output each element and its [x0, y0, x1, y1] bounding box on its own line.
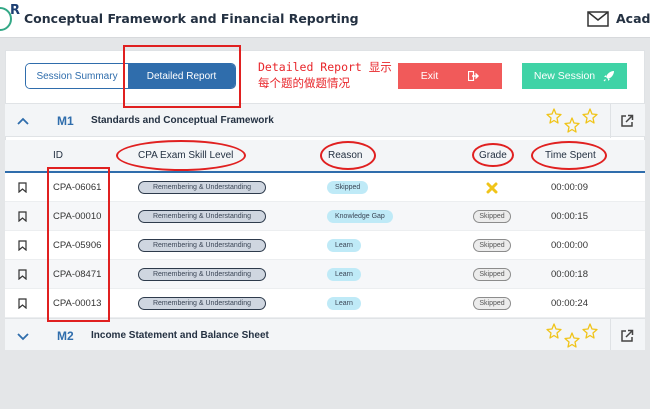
bookmark-icon[interactable] [18, 269, 27, 280]
chevron-up-icon[interactable] [17, 116, 29, 126]
skill-level-badge: Remembering & Understanding [138, 210, 266, 223]
page-title: Conceptual Framework and Financial Repor… [24, 11, 359, 26]
external-link-icon[interactable] [620, 114, 634, 128]
annotation-oval-time-spent [531, 141, 607, 170]
reason-badge: Learn [327, 268, 361, 281]
grade-badge: Skipped [473, 297, 511, 310]
stars-icon [546, 323, 598, 348]
grade-badge: Skipped [473, 239, 511, 252]
stars-icon [546, 108, 598, 133]
exit-label: Exit [420, 70, 439, 82]
bookmark-icon[interactable] [18, 298, 27, 309]
module-divider [610, 104, 611, 138]
skill-level-badge: Remembering & Understanding [138, 181, 266, 194]
module-code: M1 [57, 114, 74, 128]
logo-letter: R [10, 3, 21, 18]
grade-badge: Skipped [473, 268, 511, 281]
time-spent: 00:00:24 [551, 298, 588, 309]
reason-badge: Knowledge Gap [327, 210, 393, 223]
module-divider [610, 319, 611, 353]
new-session-label: New Session [533, 70, 596, 82]
time-spent: 00:00:15 [551, 211, 588, 222]
exit-icon [468, 71, 480, 81]
module-row-m2[interactable]: M2 Income Statement and Balance Sheet [5, 318, 645, 353]
module-code: M2 [57, 329, 74, 343]
time-spent: 00:00:18 [551, 269, 588, 280]
module-name: Income Statement and Balance Sheet [91, 330, 269, 341]
time-spent: 00:00:09 [551, 182, 588, 193]
annotation-note: Detailed Report 显示 每个题的做题情况 [258, 59, 392, 91]
exit-button[interactable]: Exit [398, 63, 502, 89]
external-link-icon[interactable] [620, 329, 634, 343]
mail-icon[interactable] [587, 11, 609, 27]
grade-badge: Skipped [473, 210, 511, 223]
skill-level-badge: Remembering & Understanding [138, 239, 266, 252]
reason-badge: Learn [327, 239, 361, 252]
module-row-m1[interactable]: M1 Standards and Conceptual Framework [5, 103, 645, 138]
time-spent: 00:00:00 [551, 240, 588, 251]
account-menu[interactable]: Acade [616, 11, 650, 26]
reason-badge: Learn [327, 297, 361, 310]
page-background [0, 350, 650, 409]
app-header: R Conceptual Framework and Financial Rep… [0, 0, 650, 38]
skill-level-badge: Remembering & Understanding [138, 268, 266, 281]
x-icon [486, 182, 498, 194]
annotation-oval-reason [320, 141, 376, 170]
annotation-oval-grade [472, 143, 514, 167]
annotation-oval-skill-level [116, 140, 246, 171]
module-name: Standards and Conceptual Framework [91, 115, 274, 126]
bookmark-icon[interactable] [18, 211, 27, 222]
reason-badge: Skipped [327, 181, 369, 194]
annotation-line-2: 每个题的做题情况 [258, 76, 350, 90]
chevron-down-icon[interactable] [17, 331, 29, 341]
bookmark-icon[interactable] [18, 182, 27, 193]
skill-level-badge: Remembering & Understanding [138, 297, 266, 310]
annotation-line-1: Detailed Report 显示 [258, 60, 392, 74]
bookmark-icon[interactable] [18, 240, 27, 251]
annotation-box-detailed-report [123, 45, 241, 108]
session-summary-tab[interactable]: Session Summary [26, 64, 129, 88]
annotation-box-id-column [47, 167, 110, 322]
new-session-button[interactable]: New Session [522, 63, 627, 89]
column-id: ID [53, 150, 63, 161]
rocket-icon [603, 71, 615, 82]
